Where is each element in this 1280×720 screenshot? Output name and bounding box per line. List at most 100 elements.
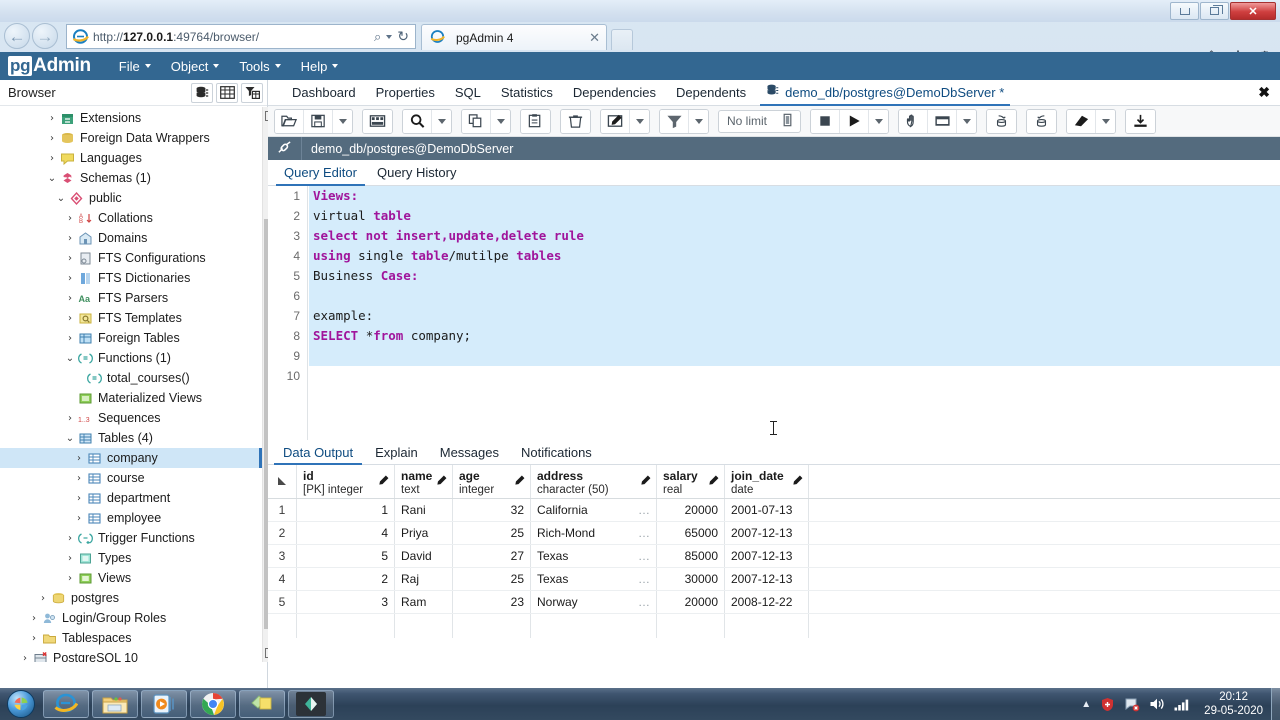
tree-item-company[interactable]: › company: [0, 448, 262, 468]
cell-empty[interactable]: [297, 614, 395, 638]
chevron-right-icon[interactable]: ›: [63, 553, 77, 564]
table-row[interactable]: 3 5 David 27 Texas … 85000 2007-12-13: [268, 545, 1280, 568]
column-header-id[interactable]: id [PK] integer: [297, 465, 395, 498]
tree-item-fts-templates[interactable]: › FTS Templates: [0, 308, 262, 328]
result-grid[interactable]: id [PK] integer name text age integer address c…: [268, 465, 1280, 638]
execute-query-icon[interactable]: [840, 109, 870, 133]
cell-address[interactable]: Texas…: [531, 568, 657, 590]
code-line[interactable]: [309, 286, 1280, 306]
cell-name[interactable]: David: [395, 545, 453, 567]
cell-id[interactable]: 2: [297, 568, 395, 590]
show-desktop-button[interactable]: [1271, 688, 1280, 720]
object-tree[interactable]: › Extensions › Foreign Data Wrappers › Langua…: [0, 107, 262, 662]
cell-join_date[interactable]: 2007-12-13: [725, 545, 809, 567]
refresh-icon[interactable]: ↻: [397, 28, 409, 45]
forward-button[interactable]: →: [32, 23, 58, 49]
cell-empty[interactable]: [531, 614, 657, 638]
tree-item-department[interactable]: › department: [0, 488, 262, 508]
object-tab-dependents[interactable]: Dependents: [666, 85, 756, 105]
chevron-right-icon[interactable]: ›: [63, 313, 77, 324]
filter-table-icon[interactable]: [241, 82, 263, 103]
minimize-button[interactable]: [1170, 2, 1199, 20]
cell-id[interactable]: 1: [297, 499, 395, 521]
cell-id[interactable]: 4: [297, 522, 395, 544]
download-csv-icon[interactable]: [1126, 109, 1156, 133]
cell-address[interactable]: California…: [531, 499, 657, 521]
object-tab-properties[interactable]: Properties: [366, 85, 445, 105]
volume-icon[interactable]: [1149, 697, 1165, 711]
taskbar-clock[interactable]: 20:12 29-05-2020: [1204, 690, 1263, 718]
commit-icon[interactable]: [987, 109, 1017, 133]
copy-dropdown-caret-icon[interactable]: [491, 109, 510, 133]
tree-item-sequences[interactable]: › 1..3 Sequences: [0, 408, 262, 428]
cell-id[interactable]: 3: [297, 591, 395, 613]
filter-dropdown-caret-icon[interactable]: [689, 109, 708, 133]
menu-file[interactable]: File: [109, 56, 161, 77]
cell-empty[interactable]: [657, 614, 725, 638]
tree-item-employee[interactable]: › employee: [0, 508, 262, 528]
code-line[interactable]: Views:: [309, 186, 1280, 206]
chevron-right-icon[interactable]: ›: [63, 293, 77, 304]
chevron-right-icon[interactable]: ›: [63, 213, 77, 224]
stop-query-icon[interactable]: [811, 109, 841, 133]
new-tab-button[interactable]: [611, 29, 633, 50]
object-tab-dashboard[interactable]: Dashboard: [282, 85, 366, 105]
explain-icon[interactable]: [899, 109, 929, 133]
edit-grid-icon[interactable]: [363, 109, 392, 133]
output-tab-notifications[interactable]: Notifications: [510, 445, 603, 464]
chevron-right-icon[interactable]: ›: [72, 493, 86, 504]
edit-column-icon[interactable]: [708, 475, 719, 489]
tree-item-total-courses[interactable]: total_courses(): [0, 368, 262, 388]
cell-join_date[interactable]: 2001-07-13: [725, 499, 809, 521]
chevron-right-icon[interactable]: ›: [63, 273, 77, 284]
signal-strength-icon[interactable]: [1174, 698, 1191, 711]
close-icon[interactable]: ✕: [589, 30, 600, 46]
cell-age[interactable]: 23: [453, 591, 531, 613]
cell-id[interactable]: 5: [297, 545, 395, 567]
taskbar-file-explorer[interactable]: [92, 690, 138, 718]
open-file-icon[interactable]: [275, 109, 304, 133]
object-tab-demo-db-postgres-demodbserver[interactable]: demo_db/postgres@DemoDbServer *: [756, 84, 1014, 106]
cell-salary[interactable]: 20000: [657, 591, 725, 613]
edit-column-icon[interactable]: [514, 475, 525, 489]
back-button[interactable]: ←: [4, 23, 30, 49]
row-number[interactable]: 1: [268, 499, 297, 521]
tree-item-tablespaces[interactable]: › Tablespaces: [0, 628, 262, 648]
chevron-right-icon[interactable]: ›: [63, 233, 77, 244]
chevron-down-icon[interactable]: ⌄: [63, 353, 77, 364]
tree-item-types[interactable]: › Types: [0, 548, 262, 568]
tree-item-domains[interactable]: › Domains: [0, 228, 262, 248]
row-limit-selector[interactable]: No limit: [718, 109, 802, 133]
row-number[interactable]: 3: [268, 545, 297, 567]
edit-dropdown-caret-icon[interactable]: [630, 109, 649, 133]
tree-item-foreign-tables[interactable]: › Foreign Tables: [0, 328, 262, 348]
network-icon[interactable]: [1124, 697, 1140, 712]
column-header-age[interactable]: age integer: [453, 465, 531, 498]
find-dropdown-caret-icon[interactable]: [432, 109, 451, 133]
tree-item-extensions[interactable]: › Extensions: [0, 108, 262, 128]
chevron-down-icon[interactable]: ⌄: [54, 193, 68, 204]
browser-tab-pgadmin[interactable]: pgAdmin 4 ✕: [421, 24, 607, 50]
edit-icon[interactable]: [601, 109, 630, 133]
code-line[interactable]: SELECT *from company;: [309, 326, 1280, 346]
tree-item-fts-configurations[interactable]: › FTS Configurations: [0, 248, 262, 268]
cell-salary[interactable]: 65000: [657, 522, 725, 544]
tree-item-postgresql-10[interactable]: › PostgreSQL 10: [0, 648, 262, 662]
object-explorer-icon[interactable]: [191, 82, 213, 103]
chevron-right-icon[interactable]: ›: [45, 133, 59, 144]
chevron-right-icon[interactable]: ›: [63, 413, 77, 424]
row-number[interactable]: 5: [268, 591, 297, 613]
tree-item-foreign-data-wrappers[interactable]: › Foreign Data Wrappers: [0, 128, 262, 148]
save-dropdown-caret-icon[interactable]: [333, 109, 352, 133]
taskbar-internet-explorer[interactable]: [43, 690, 89, 718]
close-window-button[interactable]: ✕: [1230, 2, 1276, 20]
code-line[interactable]: [309, 346, 1280, 366]
editor-code-area[interactable]: Views: virtual table select not insert,upd…: [309, 186, 1280, 440]
cell-join_date[interactable]: 2007-12-13: [725, 568, 809, 590]
chevron-right-icon[interactable]: ›: [36, 593, 50, 604]
cell-salary[interactable]: 30000: [657, 568, 725, 590]
cell-join_date[interactable]: 2008-12-22: [725, 591, 809, 613]
chevron-right-icon[interactable]: ›: [63, 573, 77, 584]
tree-item-trigger-functions[interactable]: › Trigger Functions: [0, 528, 262, 548]
taskbar-app[interactable]: [288, 690, 334, 718]
